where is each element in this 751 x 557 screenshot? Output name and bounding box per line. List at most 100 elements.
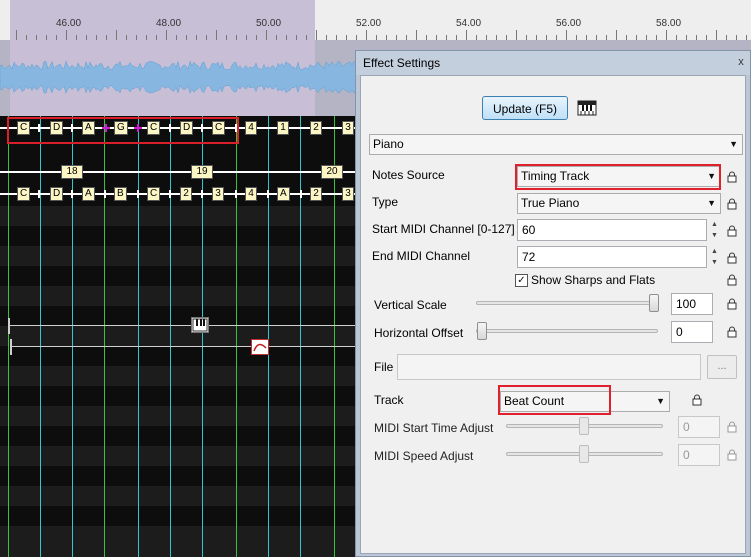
horizontal-offset-thumb[interactable] (477, 322, 487, 340)
timing-mark[interactable]: C (17, 187, 31, 201)
timing-mark[interactable]: 4 (245, 187, 257, 201)
timing-mark[interactable]: 2 (310, 187, 322, 201)
vertical-scale-slider[interactable] (476, 301, 656, 305)
piano-effect-icon[interactable] (191, 317, 209, 333)
lock-icon[interactable] (727, 326, 737, 338)
timing-mark[interactable]: 3 (342, 187, 354, 201)
effect-bar-edge (8, 318, 10, 334)
lock-icon[interactable] (727, 449, 737, 461)
timing-mark[interactable]: 1 (277, 121, 289, 135)
ruler-tick (66, 30, 67, 40)
timing-gridline (104, 116, 105, 557)
ruler-tick (16, 30, 17, 40)
timing-mark[interactable]: B (114, 187, 127, 201)
close-icon[interactable]: x (734, 56, 748, 70)
timing-gridline (40, 116, 41, 557)
lock-icon[interactable] (727, 198, 737, 210)
ruler-tick (366, 30, 367, 40)
update-button[interactable]: Update (F5) (482, 96, 568, 120)
effect-select[interactable]: Piano ▼ (369, 134, 743, 155)
end-midi-spinner[interactable]: ▲ ▼ (707, 246, 722, 268)
timing-mark[interactable]: 19 (191, 165, 213, 179)
file-label: File (374, 360, 394, 374)
ruler-label: 46.00 (56, 18, 82, 29)
midi-start-time-input[interactable]: 0 (678, 416, 720, 438)
highlight-box (7, 117, 239, 144)
timing-mark[interactable]: 2 (310, 121, 322, 135)
timing-mark[interactable]: 18 (61, 165, 83, 179)
type-value: True Piano (521, 196, 580, 210)
chevron-down-icon: ▼ (729, 139, 738, 149)
timing-gridline (300, 116, 301, 557)
ruler-label: 48.00 (156, 18, 182, 29)
timing-mark[interactable]: 4 (245, 121, 257, 135)
effect-bar-edge (10, 339, 12, 355)
lock-icon[interactable] (727, 274, 737, 286)
timing-cross (232, 190, 240, 198)
ruler-tick (266, 30, 267, 40)
curve-effect-icon[interactable] (251, 339, 269, 355)
midi-speed-thumb[interactable] (579, 445, 589, 463)
vertical-scale-thumb[interactable] (649, 294, 659, 312)
horizontal-offset-label: Horizontal Offset (374, 326, 464, 340)
ruler-tick (616, 30, 617, 40)
browse-file-button[interactable]: ... (707, 355, 737, 379)
show-sharps-label: Show Sharps and Flats (531, 273, 656, 287)
ruler-tick (716, 30, 717, 40)
timing-cross (134, 190, 142, 198)
timing-mark[interactable]: D (50, 187, 64, 201)
lock-icon[interactable] (727, 298, 737, 310)
ruler-tick (666, 30, 667, 40)
start-midi-input[interactable]: 60 (517, 219, 707, 241)
ruler-tick (216, 30, 217, 40)
time-ruler[interactable]: 46.00 48.00 50.00 52.00 54.00 56.00 58.0… (0, 0, 751, 40)
window-titlebar[interactable]: Effect Settings x (356, 51, 750, 75)
highlight-box (515, 164, 721, 190)
timing-mark[interactable]: C (147, 187, 161, 201)
timing-gridline (202, 116, 203, 557)
ruler-tick (116, 30, 117, 40)
timing-gridline (268, 116, 269, 557)
effect-settings-window[interactable]: Effect Settings x Update (F5) Piano ▼ No… (355, 50, 751, 557)
file-input[interactable] (397, 354, 701, 380)
lock-icon[interactable] (727, 171, 737, 183)
ruler-tick (566, 30, 567, 40)
ruler-tick (516, 30, 517, 40)
timing-mark[interactable]: A (82, 187, 95, 201)
piano-icon[interactable] (577, 99, 597, 117)
lock-icon[interactable] (727, 421, 737, 433)
show-sharps-checkbox[interactable]: ✓ (515, 274, 528, 287)
timing-cross (68, 190, 76, 198)
lock-icon[interactable] (692, 394, 702, 406)
vertical-scale-input[interactable]: 100 (671, 293, 713, 315)
timing-gridline (72, 116, 73, 557)
lock-icon[interactable] (727, 252, 737, 264)
timing-gridline (170, 116, 171, 557)
effect-bar[interactable] (8, 325, 355, 326)
end-midi-input[interactable]: 72 (517, 246, 707, 268)
chevron-down-icon: ▼ (656, 396, 665, 406)
timing-cross (35, 190, 43, 198)
type-select[interactable]: True Piano ▼ (517, 193, 721, 214)
midi-start-time-label: MIDI Start Time Adjust (374, 421, 494, 435)
horizontal-offset-input[interactable]: 0 (671, 321, 713, 343)
ruler-label: 56.00 (556, 18, 582, 29)
timing-mark[interactable]: 20 (321, 165, 343, 179)
timing-mark[interactable]: 3 (342, 121, 354, 135)
vertical-scale-label: Vertical Scale (374, 298, 447, 312)
start-midi-spinner[interactable]: ▲ ▼ (707, 219, 722, 241)
midi-speed-input[interactable]: 0 (678, 444, 720, 466)
timing-mark[interactable]: 3 (212, 187, 224, 201)
horizontal-offset-slider[interactable] (476, 329, 658, 333)
timing-mark[interactable]: 2 (180, 187, 192, 201)
lock-icon[interactable] (727, 225, 737, 237)
timing-mark[interactable]: A (277, 187, 290, 201)
timing-cross (264, 190, 272, 198)
effect-bar[interactable] (10, 346, 355, 347)
timing-cross (101, 190, 109, 198)
midi-start-time-thumb[interactable] (579, 417, 589, 435)
track-label: Track (374, 393, 404, 407)
notes-source-label: Notes Source (372, 168, 445, 182)
ruler-label: 50.00 (256, 18, 282, 29)
start-midi-label: Start MIDI Channel [0-127] (372, 222, 515, 236)
